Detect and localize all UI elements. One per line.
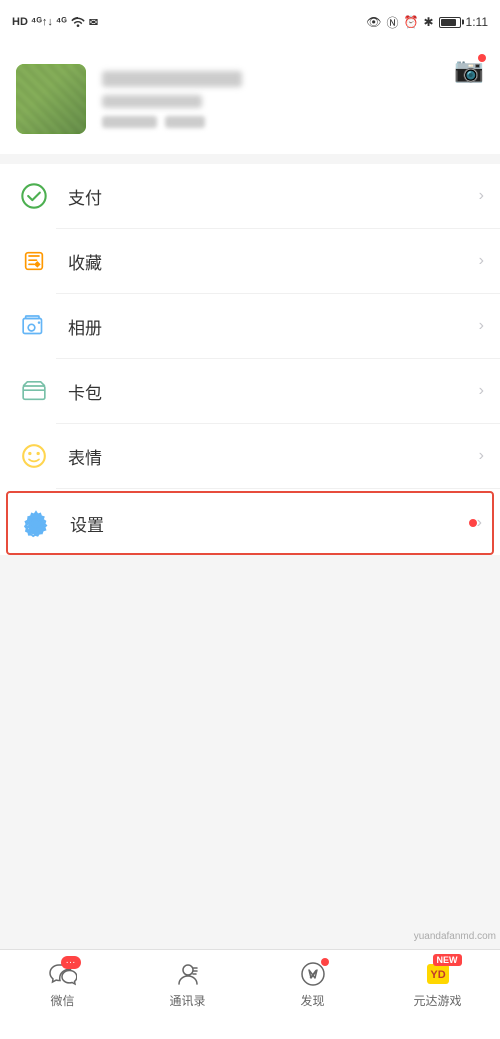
carrier-text: HD xyxy=(12,16,28,28)
profile-id-blurred xyxy=(102,95,202,108)
bottom-nav: ··· 微信 通讯录 发现 xyxy=(0,949,500,1039)
emoji-icon xyxy=(16,438,52,474)
menu-label-settings: 设置 xyxy=(70,511,463,536)
battery-indicator xyxy=(439,17,461,28)
divider-2 xyxy=(0,557,500,567)
divider-1 xyxy=(0,154,500,164)
nav-item-wechat[interactable]: ··· 微信 xyxy=(0,960,125,1009)
divider-emoji xyxy=(56,488,500,489)
nav-item-discover[interactable]: 发现 xyxy=(250,960,375,1009)
settings-dot xyxy=(469,519,477,527)
alarm-icon: ⏰ xyxy=(404,15,419,29)
profile-name-blurred xyxy=(102,71,242,87)
settings-icon xyxy=(18,505,54,541)
nav-item-profile[interactable]: YD NEW 元达游戏 xyxy=(375,960,500,1009)
nav-label-discover: 发现 xyxy=(300,992,324,1009)
bluetooth-icon: ✱ xyxy=(423,15,433,29)
menu-label-favorites: 收藏 xyxy=(68,249,479,274)
profile-sub-bar-1 xyxy=(102,116,157,128)
chevron-right-icon-3: › xyxy=(479,317,484,335)
nav-item-contacts[interactable]: 通讯录 xyxy=(125,960,250,1009)
nav-label-wechat: 微信 xyxy=(50,992,74,1009)
profile-info xyxy=(102,71,484,128)
wallet-icon xyxy=(16,373,52,409)
menu-item-favorites[interactable]: 收藏 › xyxy=(0,229,500,293)
pay-icon xyxy=(16,178,52,214)
status-bar: HD ⁴ᴳ↑↓ ⁴ᴳ ✉ 👁 Ⓝ ⏰ ✱ 1:11 xyxy=(0,0,500,44)
discover-icon xyxy=(299,960,327,988)
menu-section: 支付 › 收藏 › 相册 › xyxy=(0,164,500,555)
watermark: yuandafanmd.com xyxy=(410,929,500,944)
chevron-right-icon-5: › xyxy=(479,447,484,465)
menu-label-wallet: 卡包 xyxy=(68,379,479,404)
status-left: HD ⁴ᴳ↑↓ ⁴ᴳ ✉ xyxy=(12,15,98,30)
nav-label-contacts: 通讯录 xyxy=(169,992,205,1009)
signal-4g-2: ⁴ᴳ xyxy=(56,16,67,28)
nav-label-profile: 元达游戏 xyxy=(413,992,461,1009)
chat-icon: ··· xyxy=(49,960,77,988)
chevron-right-icon-2: › xyxy=(479,252,484,270)
profile-section[interactable]: 📷 xyxy=(0,44,500,154)
chevron-right-icon-6: › xyxy=(477,514,482,532)
wechat-badge: ··· xyxy=(61,956,81,969)
discover-dot xyxy=(321,958,329,966)
chevron-right-icon-4: › xyxy=(479,382,484,400)
menu-item-wallet[interactable]: 卡包 › xyxy=(0,359,500,423)
camera-button[interactable]: 📷 xyxy=(454,56,484,85)
contacts-icon xyxy=(174,960,202,988)
menu-label-pay: 支付 xyxy=(68,184,479,209)
wifi-icon xyxy=(70,15,86,30)
eye-icon: 👁 xyxy=(366,15,381,29)
chevron-right-icon: › xyxy=(479,187,484,205)
avatar[interactable] xyxy=(16,64,86,134)
menu-label-emoji: 表情 xyxy=(68,444,479,469)
profile-icon: YD NEW xyxy=(424,960,452,988)
menu-item-settings[interactable]: 设置 › xyxy=(6,491,494,555)
profile-sub-bar-2 xyxy=(165,116,205,128)
status-right: 👁 Ⓝ ⏰ ✱ 1:11 xyxy=(366,14,488,31)
svg-text:YD: YD xyxy=(430,969,445,981)
signal-4g-1: ⁴ᴳ↑↓ xyxy=(31,16,53,28)
profile-sub-info xyxy=(102,116,484,128)
camera-dot xyxy=(478,54,486,62)
message-icon: ✉ xyxy=(89,16,98,29)
nfc-icon: Ⓝ xyxy=(387,14,399,31)
time-display: 1:11 xyxy=(466,15,488,29)
new-badge: NEW xyxy=(433,954,462,966)
menu-item-emoji[interactable]: 表情 › xyxy=(0,424,500,488)
menu-item-pay[interactable]: 支付 › xyxy=(0,164,500,228)
photos-icon xyxy=(16,308,52,344)
menu-item-photos[interactable]: 相册 › xyxy=(0,294,500,358)
favorites-icon xyxy=(16,243,52,279)
menu-label-photos: 相册 xyxy=(68,314,479,339)
